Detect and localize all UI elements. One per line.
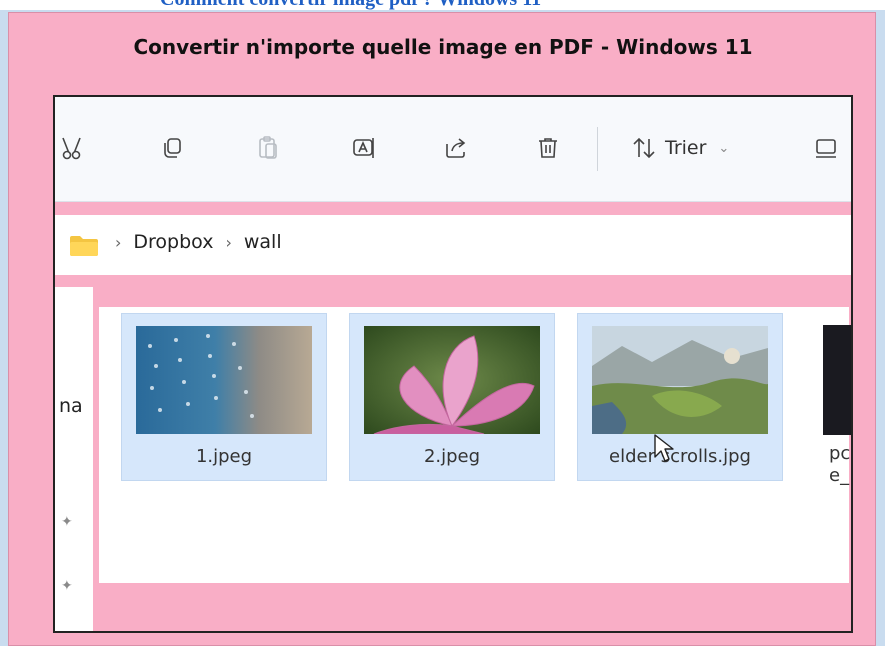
view-icon xyxy=(816,139,836,158)
view-button[interactable] xyxy=(809,131,843,165)
top-banner: Comment convertir image pdf ? Windows 11 xyxy=(0,0,885,10)
tutorial-card: Convertir n'importe quelle image en PDF … xyxy=(8,12,876,646)
mouse-cursor-icon xyxy=(654,434,674,462)
file-explorer-window: Trier ⌄ › Dropbox › wall na ✦ ✦ 1.jpeg 2… xyxy=(53,95,853,633)
copy-button[interactable] xyxy=(155,131,189,165)
file-tile-3[interactable]: elder scrolls.jpg xyxy=(577,313,783,481)
pin-icon: ✦ xyxy=(61,577,73,593)
paste-icon xyxy=(259,136,277,159)
file-name-1: 1.jpeg xyxy=(195,446,253,467)
rename-icon xyxy=(353,138,374,158)
paste-button[interactable] xyxy=(251,131,285,165)
banner-text: Comment convertir image pdf ? Windows 11 xyxy=(160,0,541,10)
delete-button[interactable] xyxy=(531,131,565,165)
sort-label: Trier xyxy=(665,137,707,159)
share-icon xyxy=(446,138,466,158)
breadcrumb-wall[interactable]: wall xyxy=(244,231,282,253)
copy-icon xyxy=(164,138,181,158)
sort-icon xyxy=(633,137,655,159)
folder-icon xyxy=(70,236,98,256)
thumbnail-3 xyxy=(592,326,768,434)
cut-button[interactable] xyxy=(57,131,91,165)
file-tile-1[interactable]: 1.jpeg xyxy=(121,313,327,481)
nav-item-label[interactable]: na xyxy=(59,395,83,417)
chevron-right-icon: › xyxy=(115,232,122,252)
delete-icon xyxy=(539,138,557,158)
file-name-3: elder scrolls.jpg xyxy=(609,446,751,467)
cut-icon xyxy=(62,137,81,160)
file-name-4-partial: pc e_ xyxy=(829,443,850,487)
chevron-right-icon: › xyxy=(225,232,232,252)
file-tile-2[interactable]: 2.jpeg xyxy=(349,313,555,481)
chevron-down-icon: ⌄ xyxy=(718,140,730,156)
navigation-pane: na ✦ ✦ xyxy=(55,287,93,631)
pin-icon: ✦ xyxy=(61,513,73,529)
toolbar-separator xyxy=(597,127,598,171)
file-name-2: 2.jpeg xyxy=(423,446,481,467)
file-name-4-line1: pc xyxy=(829,443,851,464)
thumbnail-2 xyxy=(364,326,540,434)
thumbnail-1 xyxy=(136,326,312,434)
file-tile-4-partial[interactable] xyxy=(823,325,851,435)
rename-button[interactable] xyxy=(347,131,381,165)
breadcrumb: › Dropbox › wall xyxy=(115,231,282,253)
address-bar[interactable]: › Dropbox › wall xyxy=(55,215,851,275)
page-title: Convertir n'importe quelle image en PDF … xyxy=(133,35,753,59)
file-name-4-line2: e_ xyxy=(829,465,850,486)
sort-button[interactable]: Trier ⌄ xyxy=(631,133,729,163)
command-bar: Trier ⌄ xyxy=(55,97,851,202)
breadcrumb-dropbox[interactable]: Dropbox xyxy=(133,231,213,253)
share-button[interactable] xyxy=(439,131,473,165)
